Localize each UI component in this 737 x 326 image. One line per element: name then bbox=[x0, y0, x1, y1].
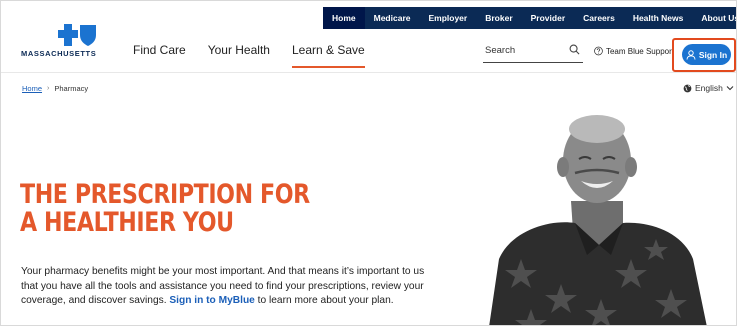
utility-nav: Home Medicare Employer Broker Provider C… bbox=[323, 7, 736, 29]
breadcrumb-current: Pharmacy bbox=[54, 84, 89, 93]
hero-photo-smiling-man bbox=[489, 115, 707, 325]
page-frame: Home Medicare Employer Broker Provider C… bbox=[0, 0, 737, 326]
sign-in-button[interactable]: Sign In bbox=[682, 44, 731, 65]
chevron-down-icon bbox=[726, 86, 734, 91]
hero-title: THE PRESCRIPTION FOR A HEALTHIER YOU bbox=[20, 181, 310, 237]
hero-body-text-end: to learn more about your plan. bbox=[254, 295, 394, 306]
utility-nav-employer[interactable]: Employer bbox=[419, 7, 476, 29]
brand-logo[interactable]: MASSACHUSETTS bbox=[21, 21, 111, 61]
help-icon bbox=[594, 46, 603, 56]
search-icon[interactable] bbox=[569, 44, 580, 55]
nav-your-health[interactable]: Your Health bbox=[208, 43, 270, 65]
utility-nav-careers[interactable]: Careers bbox=[574, 7, 624, 29]
team-blue-support-link[interactable]: Team Blue Support bbox=[594, 45, 674, 57]
globe-icon bbox=[683, 84, 692, 92]
user-icon bbox=[686, 49, 696, 60]
logo-wordmark: MASSACHUSETTS bbox=[21, 49, 97, 58]
utility-nav-provider[interactable]: Provider bbox=[522, 7, 575, 29]
utility-nav-broker[interactable]: Broker bbox=[476, 7, 521, 29]
nav-learn-and-save[interactable]: Learn & Save bbox=[291, 43, 365, 68]
breadcrumb: Home › Pharmacy bbox=[22, 84, 88, 93]
breadcrumb-separator: › bbox=[47, 85, 50, 92]
cross-shield-logo-icon bbox=[58, 24, 96, 46]
breadcrumb-home-link[interactable]: Home bbox=[22, 84, 42, 93]
utility-nav-home[interactable]: Home bbox=[323, 7, 365, 29]
nav-find-care[interactable]: Find Care bbox=[133, 43, 186, 65]
sign-in-to-myblue-link[interactable]: Sign in to MyBlue bbox=[169, 295, 254, 306]
hero-title-line-1: THE PRESCRIPTION FOR bbox=[20, 179, 310, 210]
support-label: Team Blue Support bbox=[605, 46, 674, 56]
hero-title-line-2: A HEALTHIER YOU bbox=[20, 207, 234, 238]
main-nav: Find Care Your Health Learn & Save bbox=[133, 43, 387, 68]
language-selector[interactable]: English bbox=[683, 83, 734, 93]
header-divider bbox=[1, 72, 736, 73]
sign-in-label: Sign In bbox=[698, 49, 728, 60]
search-field[interactable]: Search bbox=[483, 43, 583, 63]
utility-nav-about-us[interactable]: About Us bbox=[692, 7, 736, 29]
utility-nav-health-news[interactable]: Health News bbox=[624, 7, 693, 29]
utility-nav-medicare[interactable]: Medicare bbox=[365, 7, 420, 29]
language-label: English bbox=[695, 83, 723, 93]
search-label: Search bbox=[485, 45, 516, 56]
hero-body: Your pharmacy benefits might be your mos… bbox=[21, 265, 441, 309]
